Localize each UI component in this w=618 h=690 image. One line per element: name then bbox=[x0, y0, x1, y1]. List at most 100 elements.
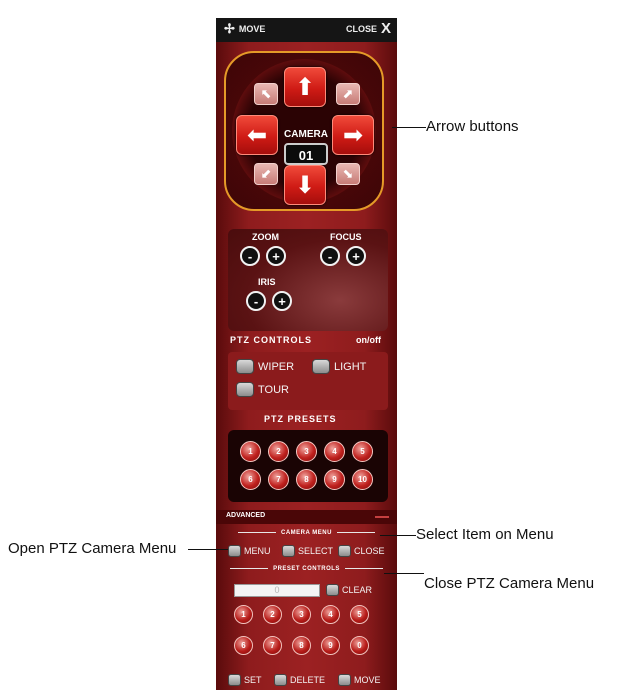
wiper-button[interactable]: WIPER bbox=[236, 359, 294, 374]
ptz-onoff-toggle[interactable]: on/off bbox=[356, 335, 381, 345]
select-label: SELECT bbox=[298, 546, 334, 556]
preset-button[interactable]: 3 bbox=[296, 441, 317, 462]
close-menu-leader bbox=[384, 573, 424, 574]
delete-button[interactable]: DELETE bbox=[274, 674, 325, 686]
camera-menu-button[interactable]: MENU bbox=[228, 545, 271, 557]
collapse-icon bbox=[375, 516, 389, 518]
clear-toggle-icon bbox=[326, 584, 339, 596]
move-label: MOVE bbox=[238, 24, 266, 34]
tour-toggle-icon bbox=[236, 382, 254, 397]
close-button[interactable]: CLOSE X bbox=[346, 20, 391, 37]
preset-button[interactable]: 1 bbox=[240, 441, 261, 462]
keypad-button[interactable]: 2 bbox=[263, 605, 282, 624]
focus-far-button[interactable]: + bbox=[346, 246, 366, 266]
menu-label: MENU bbox=[244, 546, 271, 556]
camera-label: CAMERA bbox=[284, 129, 328, 140]
title-bar: ✢ MOVE CLOSE X bbox=[216, 18, 397, 42]
iris-label: IRIS bbox=[258, 277, 276, 287]
preset-button[interactable]: 2 bbox=[268, 441, 289, 462]
move-handle[interactable]: ✢ MOVE bbox=[224, 21, 265, 37]
ptz-control-panel: ✢ MOVE CLOSE X ⬆ ⬇ ⬅ ➡ ⬉ ⬈ ⬋ ⬊ CAMERA 01… bbox=[216, 18, 397, 690]
arrow-down-icon: ⬇ bbox=[294, 171, 316, 199]
open-menu-leader bbox=[188, 549, 228, 550]
preset-button[interactable]: 7 bbox=[268, 469, 289, 490]
preset-controls-header: PRESET CONTROLS bbox=[216, 566, 397, 572]
arrow-buttons-leader bbox=[392, 127, 426, 128]
move-preset-label: MOVE bbox=[354, 675, 381, 685]
camera-menu-header: CAMERA MENU bbox=[216, 530, 397, 536]
menu-toggle-icon bbox=[228, 545, 241, 557]
left-arrow-button[interactable]: ⬅ bbox=[236, 115, 278, 155]
keypad-button[interactable]: 7 bbox=[263, 636, 282, 655]
iris-close-button[interactable]: - bbox=[246, 291, 266, 311]
clear-label: CLEAR bbox=[342, 585, 373, 595]
select-item-annotation: Select Item on Menu bbox=[416, 526, 554, 543]
ptz-presets-label: PTZ PRESETS bbox=[264, 414, 337, 424]
preset-button[interactable]: 8 bbox=[296, 469, 317, 490]
delete-toggle-icon bbox=[274, 674, 287, 686]
arrow-up-icon: ⬆ bbox=[294, 73, 316, 101]
advanced-bar[interactable]: ADVANCED bbox=[216, 510, 397, 524]
zoom-in-button[interactable]: + bbox=[266, 246, 286, 266]
tour-button[interactable]: TOUR bbox=[236, 382, 289, 397]
move-icon: ✢ bbox=[224, 21, 235, 36]
move-toggle-icon bbox=[338, 674, 351, 686]
close-toggle-icon bbox=[338, 545, 351, 557]
advanced-label: ADVANCED bbox=[226, 512, 266, 519]
light-label: LIGHT bbox=[334, 360, 367, 373]
preset-button[interactable]: 4 bbox=[324, 441, 345, 462]
focus-label: FOCUS bbox=[330, 232, 362, 242]
close-menu-annotation: Close PTZ Camera Menu bbox=[424, 575, 595, 592]
keypad-button[interactable]: 4 bbox=[321, 605, 340, 624]
keypad-button[interactable]: 3 bbox=[292, 605, 311, 624]
select-item-leader bbox=[380, 535, 416, 536]
down-right-arrow-button[interactable]: ⬊ bbox=[336, 163, 360, 185]
down-left-arrow-button[interactable]: ⬋ bbox=[254, 163, 278, 185]
zoom-out-button[interactable]: - bbox=[240, 246, 260, 266]
wiper-label: WIPER bbox=[258, 360, 295, 373]
set-toggle-icon bbox=[228, 674, 241, 686]
arrow-left-icon: ⬅ bbox=[246, 121, 268, 149]
set-label: SET bbox=[244, 675, 262, 685]
lens-controls: ZOOM FOCUS - + - + IRIS - + bbox=[228, 229, 388, 331]
keypad-button[interactable]: 8 bbox=[292, 636, 311, 655]
arrow-down-right-icon: ⬊ bbox=[342, 166, 354, 181]
arrow-up-right-icon: ⬈ bbox=[342, 86, 354, 101]
camera-number-display: 01 bbox=[284, 143, 328, 165]
light-button[interactable]: LIGHT bbox=[312, 359, 366, 374]
preset-button[interactable]: 6 bbox=[240, 469, 261, 490]
arrow-down-left-icon: ⬋ bbox=[260, 166, 272, 181]
wiper-toggle-icon bbox=[236, 359, 254, 374]
zoom-label: ZOOM bbox=[252, 232, 279, 242]
close-menu-label: CLOSE bbox=[354, 546, 385, 556]
down-arrow-button[interactable]: ⬇ bbox=[284, 165, 326, 205]
right-arrow-button[interactable]: ➡ bbox=[332, 115, 374, 155]
focus-near-button[interactable]: - bbox=[320, 246, 340, 266]
up-arrow-button[interactable]: ⬆ bbox=[284, 67, 326, 107]
ptz-controls-label: PTZ CONTROLS bbox=[230, 335, 312, 345]
camera-close-button[interactable]: CLOSE bbox=[338, 545, 385, 557]
up-left-arrow-button[interactable]: ⬉ bbox=[254, 83, 278, 105]
keypad-button[interactable]: 5 bbox=[350, 605, 369, 624]
tour-label: TOUR bbox=[258, 383, 289, 396]
select-toggle-icon bbox=[282, 545, 295, 557]
keypad-button[interactable]: 6 bbox=[234, 636, 253, 655]
aux-controls: WIPER LIGHT TOUR bbox=[228, 352, 388, 410]
up-right-arrow-button[interactable]: ⬈ bbox=[336, 83, 360, 105]
move-preset-button[interactable]: MOVE bbox=[338, 674, 381, 686]
preset-button[interactable]: 5 bbox=[352, 441, 373, 462]
iris-open-button[interactable]: + bbox=[272, 291, 292, 311]
preset-button[interactable]: 10 bbox=[352, 469, 373, 490]
preset-button[interactable]: 9 bbox=[324, 469, 345, 490]
keypad-button[interactable]: 1 bbox=[234, 605, 253, 624]
keypad-button[interactable]: 9 bbox=[321, 636, 340, 655]
arrow-right-icon: ➡ bbox=[342, 121, 364, 149]
set-button[interactable]: SET bbox=[228, 674, 262, 686]
close-icon: X bbox=[380, 20, 391, 37]
arrow-buttons-annotation: Arrow buttons bbox=[426, 118, 519, 135]
camera-select-button[interactable]: SELECT bbox=[282, 545, 333, 557]
arrow-up-left-icon: ⬉ bbox=[260, 86, 272, 101]
preset-number-input[interactable]: 0 bbox=[234, 584, 320, 597]
clear-button[interactable]: CLEAR bbox=[326, 584, 372, 596]
keypad-button[interactable]: 0 bbox=[350, 636, 369, 655]
